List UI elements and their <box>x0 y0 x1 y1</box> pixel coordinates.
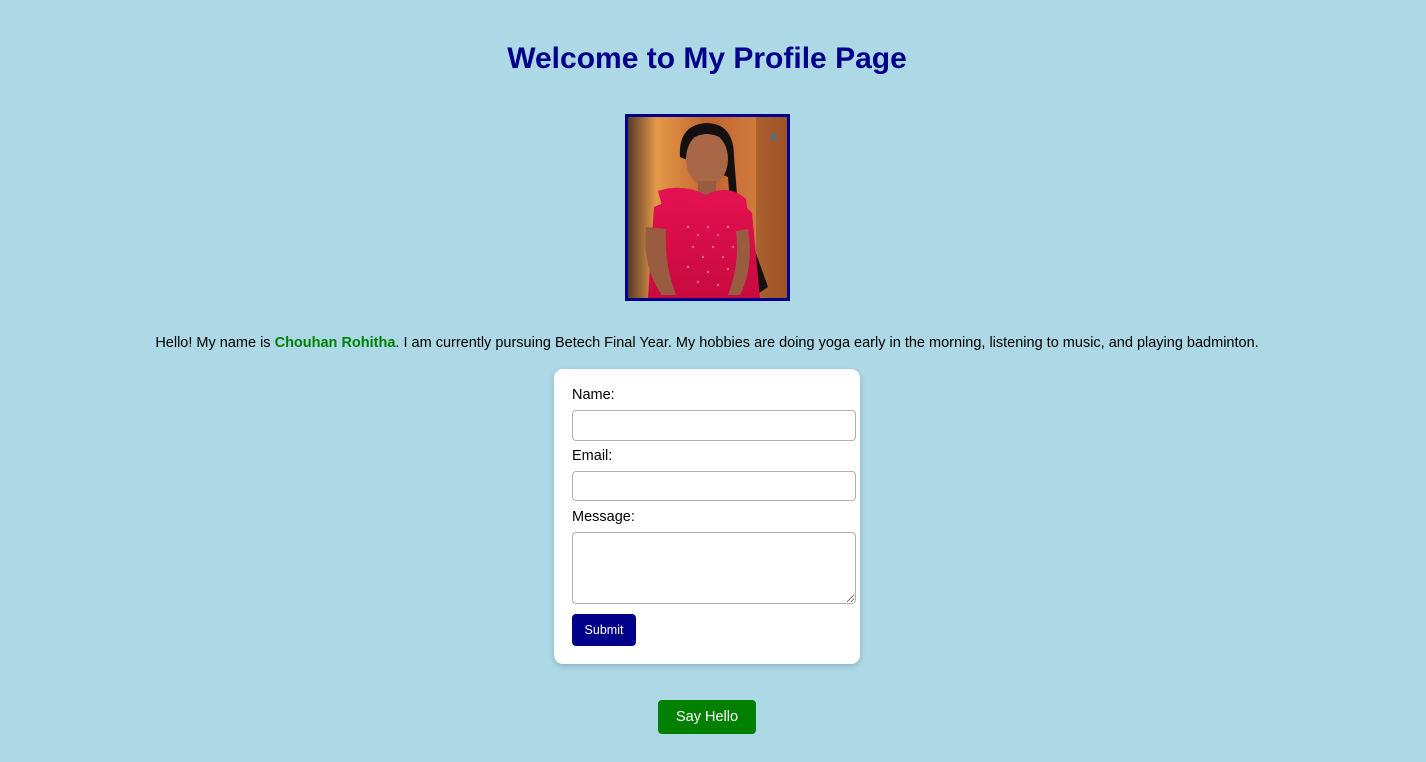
profile-photo-image <box>628 117 787 298</box>
name-label: Name: <box>572 387 615 403</box>
intro-text-after: . I am currently pursuing Betech Final Y… <box>395 335 1259 351</box>
say-hello-button[interactable]: Say Hello <box>658 700 756 734</box>
name-input[interactable] <box>572 410 856 441</box>
message-label: Message: <box>572 509 635 525</box>
intro-text-before: Hello! My name is <box>155 335 275 351</box>
profile-photo <box>625 114 790 301</box>
email-label: Email: <box>572 448 613 464</box>
intro-text: Hello! My name is Chouhan Rohitha. I am … <box>0 334 1414 352</box>
email-input[interactable] <box>572 471 856 501</box>
message-textarea[interactable] <box>572 532 856 604</box>
contact-form: Name: Email: Message: Submit <box>554 369 860 664</box>
submit-button[interactable]: Submit <box>572 614 636 646</box>
page-title: Welcome to My Profile Page <box>507 42 907 75</box>
profile-name: Chouhan Rohitha <box>274 335 396 351</box>
